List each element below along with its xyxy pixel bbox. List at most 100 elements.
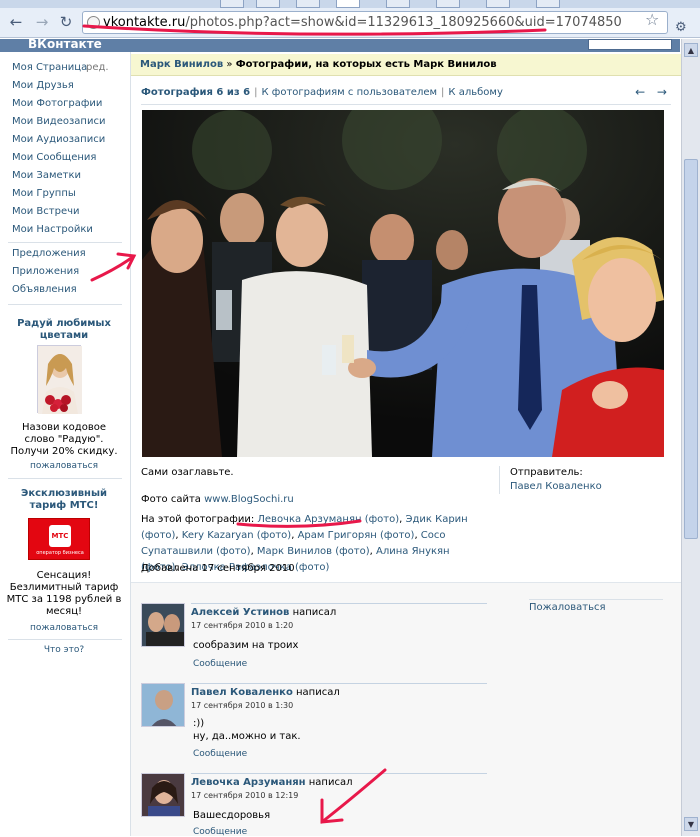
comment-header: Павел Коваленко написал <box>191 683 487 698</box>
scrollbar-thumb[interactable] <box>684 159 698 539</box>
sidebar-item-audio[interactable]: Мои Аудиозаписи <box>12 134 105 145</box>
tagged-person-photo[interactable]: (фото) <box>380 530 414 541</box>
comment-text: сообразим на троих <box>193 640 299 651</box>
photo-navigation: Фотография 6 из 6 | К фотографиям с пользо… <box>141 85 671 101</box>
tagged-person-photo[interactable]: (фото) <box>365 514 399 525</box>
avatar[interactable] <box>141 603 185 647</box>
comment-date: 17 сентября 2010 в 1:20 <box>191 621 294 630</box>
browser-tab[interactable] <box>256 0 280 8</box>
tagged-person-photo[interactable]: (фото) <box>257 530 291 541</box>
ad-flowers-title[interactable]: Радуй любимых цветами <box>6 318 122 342</box>
avatar[interactable] <box>141 773 185 817</box>
comments-section: Алексей Устинов написал 17 сентября 2010… <box>131 582 681 837</box>
comment-header: Алексей Устинов написал <box>191 603 487 618</box>
divider <box>141 104 671 105</box>
wrench-icon[interactable]: ⚙ <box>675 20 687 35</box>
site-logo[interactable]: ВКонтакте <box>28 37 102 51</box>
reload-icon[interactable]: ↻ <box>56 12 76 32</box>
sidebar-divider <box>8 304 122 305</box>
tagged-person[interactable]: Левочка Арзуманян <box>257 514 361 525</box>
forward-arrow-icon[interactable]: → <box>32 12 52 32</box>
ad-mts-report[interactable]: пожаловаться <box>6 623 122 633</box>
comment-author[interactable]: Алексей Устинов <box>191 607 289 618</box>
tagged-person-photo[interactable]: (фото) <box>335 546 369 557</box>
comment-verb: написал <box>296 687 340 698</box>
sidebar-item-settings[interactable]: Мои Настройки <box>12 224 93 235</box>
comment-author[interactable]: Павел Коваленко <box>191 687 293 698</box>
browser-tab[interactable] <box>486 0 510 8</box>
ad-flowers-image[interactable] <box>37 345 82 414</box>
browser-tab[interactable] <box>436 0 460 8</box>
sidebar-item-photos[interactable]: Мои Фотографии <box>12 98 102 109</box>
divider <box>529 599 663 600</box>
nav-separator: | <box>254 87 258 98</box>
sidebar-item-videos[interactable]: Мои Видеозаписи <box>12 116 105 127</box>
scroll-up-icon[interactable]: ▲ <box>684 43 698 57</box>
avatar[interactable] <box>141 683 185 727</box>
sidebar-item-ads[interactable]: Объявления <box>12 284 77 295</box>
comment-text: ну, да..можно и так. <box>193 731 301 742</box>
sidebar-item-groups[interactable]: Мои Группы <box>12 188 76 199</box>
comment-message-link[interactable]: Сообщение <box>193 749 247 759</box>
comment-date: 17 сентября 2010 в 1:30 <box>191 701 294 710</box>
tagged-person[interactable]: Арам Григорян <box>298 530 377 541</box>
sidebar-item-offers[interactable]: Предложения <box>12 248 86 259</box>
sidebar-item-notes[interactable]: Мои Заметки <box>12 170 81 181</box>
comment-verb: написал <box>308 777 353 788</box>
report-link[interactable]: Пожаловаться <box>529 602 606 613</box>
added-date: Добавлена 17 сентября 2010 <box>141 563 295 574</box>
browser-tab-active[interactable] <box>336 0 360 8</box>
photo-source-link[interactable]: www.BlogSochi.ru <box>204 494 294 505</box>
url-path: /photos.php?act=show&id=11329613_1809256… <box>185 15 622 30</box>
mts-logo-mark: МТС <box>49 525 71 547</box>
tagged-person-photo[interactable]: (фото) <box>216 546 250 557</box>
main-content: Марк Винилов » Фотографии, на которых ес… <box>130 52 681 837</box>
ads-what-is-link[interactable]: Что это? <box>6 645 122 655</box>
photo-counter[interactable]: Фотография 6 из 6 <box>141 87 250 98</box>
photo-caption: Сами озаглавьте. <box>141 467 234 478</box>
comment-message-link[interactable]: Сообщение <box>193 659 247 669</box>
ad-mts-logo[interactable]: МТС оператор бизнеса <box>28 518 90 560</box>
browser-tab[interactable] <box>386 0 410 8</box>
bookmark-star-icon[interactable]: ☆ <box>645 10 659 29</box>
tagged-person[interactable]: Kery Kazaryan <box>182 530 254 541</box>
sidebar-item-events[interactable]: Мои Встречи <box>12 206 80 217</box>
main-photo[interactable] <box>142 110 664 457</box>
tagged-person-photo[interactable]: (фото) <box>295 562 329 573</box>
tagged-person-photo[interactable]: (фото) <box>141 530 175 541</box>
breadcrumb-user-link[interactable]: Марк Винилов <box>140 59 223 70</box>
tagged-person[interactable]: Марк Винилов <box>257 546 332 557</box>
sidebar-item-messages[interactable]: Мои Сообщения <box>12 152 96 163</box>
page-scrollbar[interactable]: ▲ ▼ <box>681 39 700 836</box>
site-search-input[interactable] <box>588 39 672 50</box>
ad-mts-title[interactable]: Эксклюзивный тариф МТС! <box>6 488 122 512</box>
browser-tab[interactable] <box>296 0 320 8</box>
sidebar-item-apps[interactable]: Приложения <box>12 266 79 277</box>
scroll-down-icon[interactable]: ▼ <box>684 817 698 831</box>
tagged-person[interactable]: Эдик Карин <box>405 514 467 525</box>
sender-block: Отправитель: Павел Коваленко <box>499 466 669 494</box>
url-host: vkontakte.ru <box>103 15 186 30</box>
photo-source-prefix: Фото сайта <box>141 494 205 505</box>
to-user-photos-link[interactable]: К фотографиям с пользователем <box>262 87 438 98</box>
sender-link[interactable]: Павел Коваленко <box>510 481 602 492</box>
comment-header: Левочка Арзуманян написал <box>191 773 487 788</box>
ad-flowers-report[interactable]: пожаловаться <box>6 461 122 471</box>
address-bar[interactable]: vkontakte.ru/photos.php?act=show&id=1132… <box>82 11 668 34</box>
prev-next-arrows-icon[interactable]: ← → <box>635 85 671 99</box>
sidebar-divider <box>8 242 122 243</box>
comment-verb: написал <box>292 607 337 618</box>
to-album-link[interactable]: К альбому <box>448 87 502 98</box>
sidebar-edit-link[interactable]: ред. <box>86 62 109 73</box>
photo-source: Фото сайта www.BlogSochi.ru <box>141 493 294 507</box>
sidebar-divider <box>8 478 122 479</box>
comment-author[interactable]: Левочка Арзуманян <box>191 777 306 788</box>
browser-tab[interactable] <box>220 0 244 8</box>
back-arrow-icon[interactable]: ← <box>6 12 26 32</box>
sidebar-item-friends[interactable]: Мои Друзья <box>12 80 74 91</box>
sender-label: Отправитель: <box>510 467 583 478</box>
browser-tab[interactable] <box>536 0 560 8</box>
browser-tab-strip <box>0 0 700 8</box>
tagged-person[interactable]: Алина Янукян <box>376 546 450 557</box>
sidebar-item-my-page[interactable]: Моя Страница <box>12 62 87 73</box>
